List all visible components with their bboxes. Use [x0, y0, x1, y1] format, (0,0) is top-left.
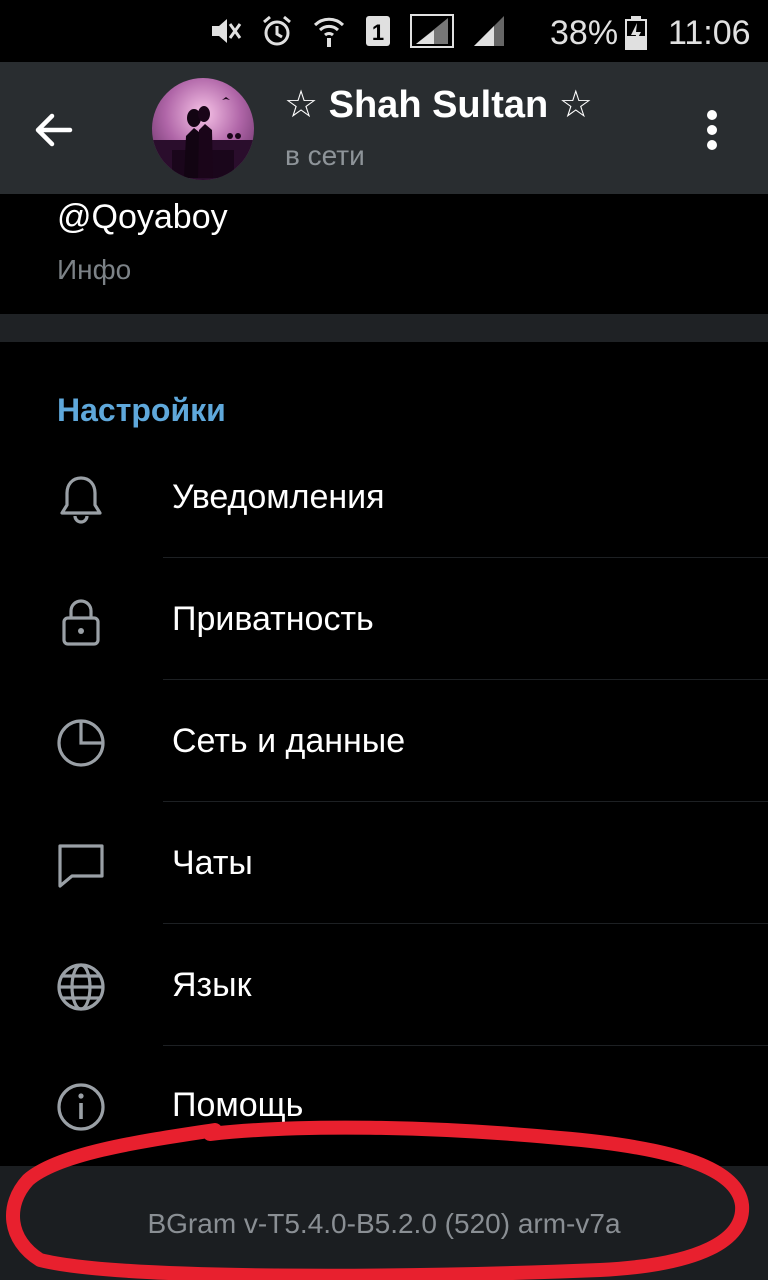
divider	[163, 801, 768, 802]
settings-item-label: Сеть и данные	[172, 722, 406, 760]
back-button[interactable]	[28, 104, 80, 156]
settings-item-help[interactable]: Помощь	[0, 1046, 768, 1166]
status-bar: 1 38% 11:06	[0, 0, 768, 62]
signal-icon	[474, 16, 504, 46]
info-icon	[57, 1083, 105, 1131]
settings-item-notifications[interactable]: Уведомления	[0, 438, 768, 558]
username-label: Инфо	[57, 254, 132, 285]
sim1-icon: 1	[366, 16, 390, 46]
more-vert-icon-dot	[707, 125, 717, 135]
more-options-button[interactable]	[692, 104, 730, 156]
divider	[163, 923, 768, 924]
settings-item-language[interactable]: Язык	[0, 926, 768, 1046]
bell-icon	[60, 476, 102, 524]
alarm-icon	[263, 15, 291, 46]
settings-item-data-usage[interactable]: Сеть и данные	[0, 682, 768, 802]
settings-item-label: Чаты	[172, 844, 253, 882]
wifi-icon	[313, 17, 345, 47]
profile-info: @Qoyaboy Инфо	[0, 194, 768, 314]
avatar[interactable]	[152, 78, 254, 180]
settings-item-privacy[interactable]: Приватность	[0, 560, 768, 680]
more-vert-icon	[707, 110, 717, 120]
chat-icon	[58, 844, 104, 888]
settings-item-label: Уведомления	[172, 478, 385, 516]
username[interactable]: @Qoyaboy	[57, 198, 228, 237]
lock-icon	[62, 599, 100, 646]
online-status: в сети	[285, 140, 365, 171]
avatar-image	[152, 97, 254, 180]
back-arrow-icon	[35, 113, 73, 147]
more-vert-icon-dot	[707, 140, 717, 150]
battery-percent: 38%	[550, 14, 619, 52]
settings-item-label: Помощь	[172, 1086, 304, 1124]
settings-item-chats[interactable]: Чаты	[0, 804, 768, 924]
chat-title: ☆ Shah Sultan ☆	[284, 84, 593, 126]
settings-item-label: Приватность	[172, 600, 374, 638]
divider	[163, 557, 768, 558]
battery-charging-icon	[625, 16, 647, 50]
version-footer: BGram v-T5.4.0-B5.2.0 (520) arm-v7a	[0, 1166, 768, 1280]
divider	[163, 679, 768, 680]
app-version: BGram v-T5.4.0-B5.2.0 (520) arm-v7a	[147, 1208, 621, 1239]
settings-item-label: Язык	[172, 966, 252, 1004]
status-icons: 1	[208, 14, 506, 48]
globe-icon	[57, 963, 105, 1011]
data-usage-icon	[57, 719, 105, 767]
clock: 11:06	[668, 14, 751, 52]
svg-text:1: 1	[372, 20, 384, 45]
app-bar: ☆ Shah Sultan ☆ в сети	[0, 62, 768, 194]
section-divider	[0, 314, 768, 342]
mute-icon	[212, 19, 242, 43]
signal-icon	[410, 14, 454, 48]
settings-header: Настройки	[57, 392, 226, 428]
